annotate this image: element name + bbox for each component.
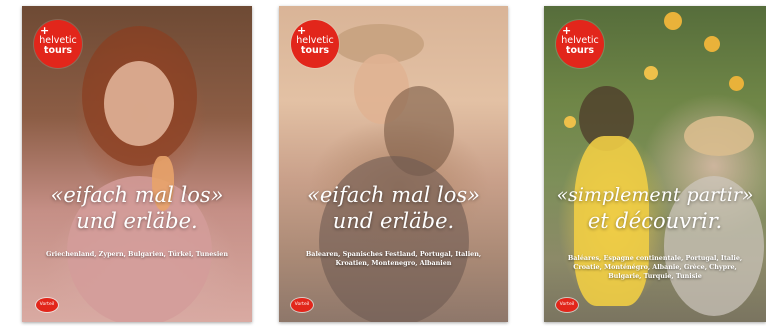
slogan-line1: «simplement partir» bbox=[556, 184, 754, 206]
vorteil-badge: Vorteil bbox=[291, 298, 313, 312]
vorteil-badge: Vorteil bbox=[556, 298, 578, 312]
logo-text-line2: tours bbox=[43, 45, 73, 56]
destination-list: Griechenland, Zypern, Bulgarien, Türkei,… bbox=[45, 250, 229, 258]
logo-text-line2: tours bbox=[565, 45, 595, 56]
catalog-cover-3[interactable]: + helvetic tours «simplement partir» et … bbox=[544, 6, 766, 322]
slogan-line2: und erläbe. bbox=[332, 209, 455, 233]
logo-text-line2: tours bbox=[300, 45, 330, 56]
catalog-cover-2[interactable]: + helvetic tours «eifach mal los» und er… bbox=[279, 6, 508, 322]
catalog-slogan: «simplement partir» et découvrir. bbox=[544, 182, 766, 234]
slogan-line2: und erläbe. bbox=[76, 209, 198, 233]
destination-list: Baléares, Espagne continentale, Portugal… bbox=[567, 254, 743, 280]
vorteil-badge: Vorteil bbox=[36, 298, 58, 312]
slogan-line1: «eifach mal los» bbox=[50, 183, 224, 207]
catalog-slogan: «eifach mal los» und erläbe. bbox=[279, 182, 508, 234]
helvetic-tours-logo: + helvetic tours bbox=[34, 20, 82, 68]
helvetic-tours-logo: + helvetic tours bbox=[556, 20, 604, 68]
slogan-line2: et découvrir. bbox=[587, 209, 723, 233]
slogan-line1: «eifach mal los» bbox=[306, 183, 481, 207]
destination-list: Balearen, Spanisches Festland, Portugal,… bbox=[305, 250, 482, 267]
catalog-cover-1[interactable]: + helvetic tours «eifach mal los» und er… bbox=[22, 6, 252, 322]
helvetic-tours-logo: + helvetic tours bbox=[291, 20, 339, 68]
catalog-slogan: «eifach mal los» und erläbe. bbox=[22, 182, 252, 234]
